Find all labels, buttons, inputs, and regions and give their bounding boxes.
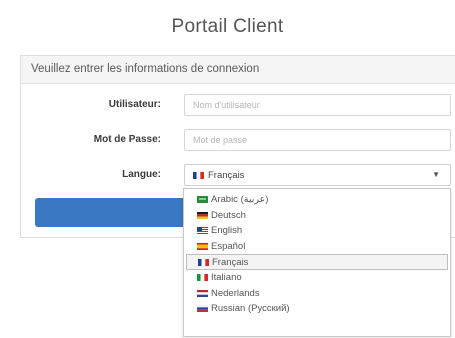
italy-flag-icon [197,273,208,281]
netherlands-flag-icon [197,289,208,297]
language-option-russian[interactable]: Russian (Русский) [184,301,450,317]
language-option-label: Arabic (عربية) [211,194,269,205]
username-input[interactable]: Nom d'utilisateur [184,94,451,116]
language-select[interactable]: Français ▼ [184,164,451,186]
language-option-label: Italiano [211,271,242,283]
russia-flag-icon [197,305,208,313]
chevron-down-icon[interactable]: ▼ [432,170,440,179]
language-option-english[interactable]: English [184,223,450,239]
language-option-arabic[interactable]: Arabic (عربية) [184,192,450,208]
language-option-label: English [211,225,243,237]
usa-flag-icon [197,227,208,235]
password-label: Mot de Passe: [93,134,161,145]
language-option-espanol[interactable]: Español [184,239,450,255]
login-page: Portail Client Veuillez entrer les infor… [0,0,455,338]
language-option-label: Deutsch [211,209,246,221]
language-option-francais[interactable]: Français [186,254,448,270]
language-option-label: Russian (Русский) [211,303,290,315]
page-title: Portail Client [171,16,284,37]
panel-heading: Veuillez entrer les informations de conn… [21,56,455,84]
language-row: Langue: Français ▼ [21,164,455,186]
password-row: Mot de Passe: Mot de passe [21,129,455,151]
language-option-label: Français [212,257,249,269]
language-option-deutsch[interactable]: Deutsch [184,208,450,224]
france-flag-icon [198,259,209,267]
language-option-label: Español [211,240,246,252]
language-label: Langue: [122,169,161,180]
username-row: Utilisateur: Nom d'utilisateur [21,94,455,116]
language-option-italiano[interactable]: Italiano [184,270,450,286]
username-label: Utilisateur: [108,99,161,110]
language-option-nederlands[interactable]: Nederlands [184,286,450,302]
spain-flag-icon [197,242,208,250]
language-selected-label: Français [208,170,245,181]
germany-flag-icon [197,211,208,219]
saudi-arabia-flag-icon [197,196,208,203]
language-option-label: Nederlands [211,287,260,299]
france-flag-icon [193,172,204,179]
password-input[interactable]: Mot de passe [184,129,451,151]
language-dropdown: Arabic (عربية) Deutsch English Español F… [183,188,451,337]
